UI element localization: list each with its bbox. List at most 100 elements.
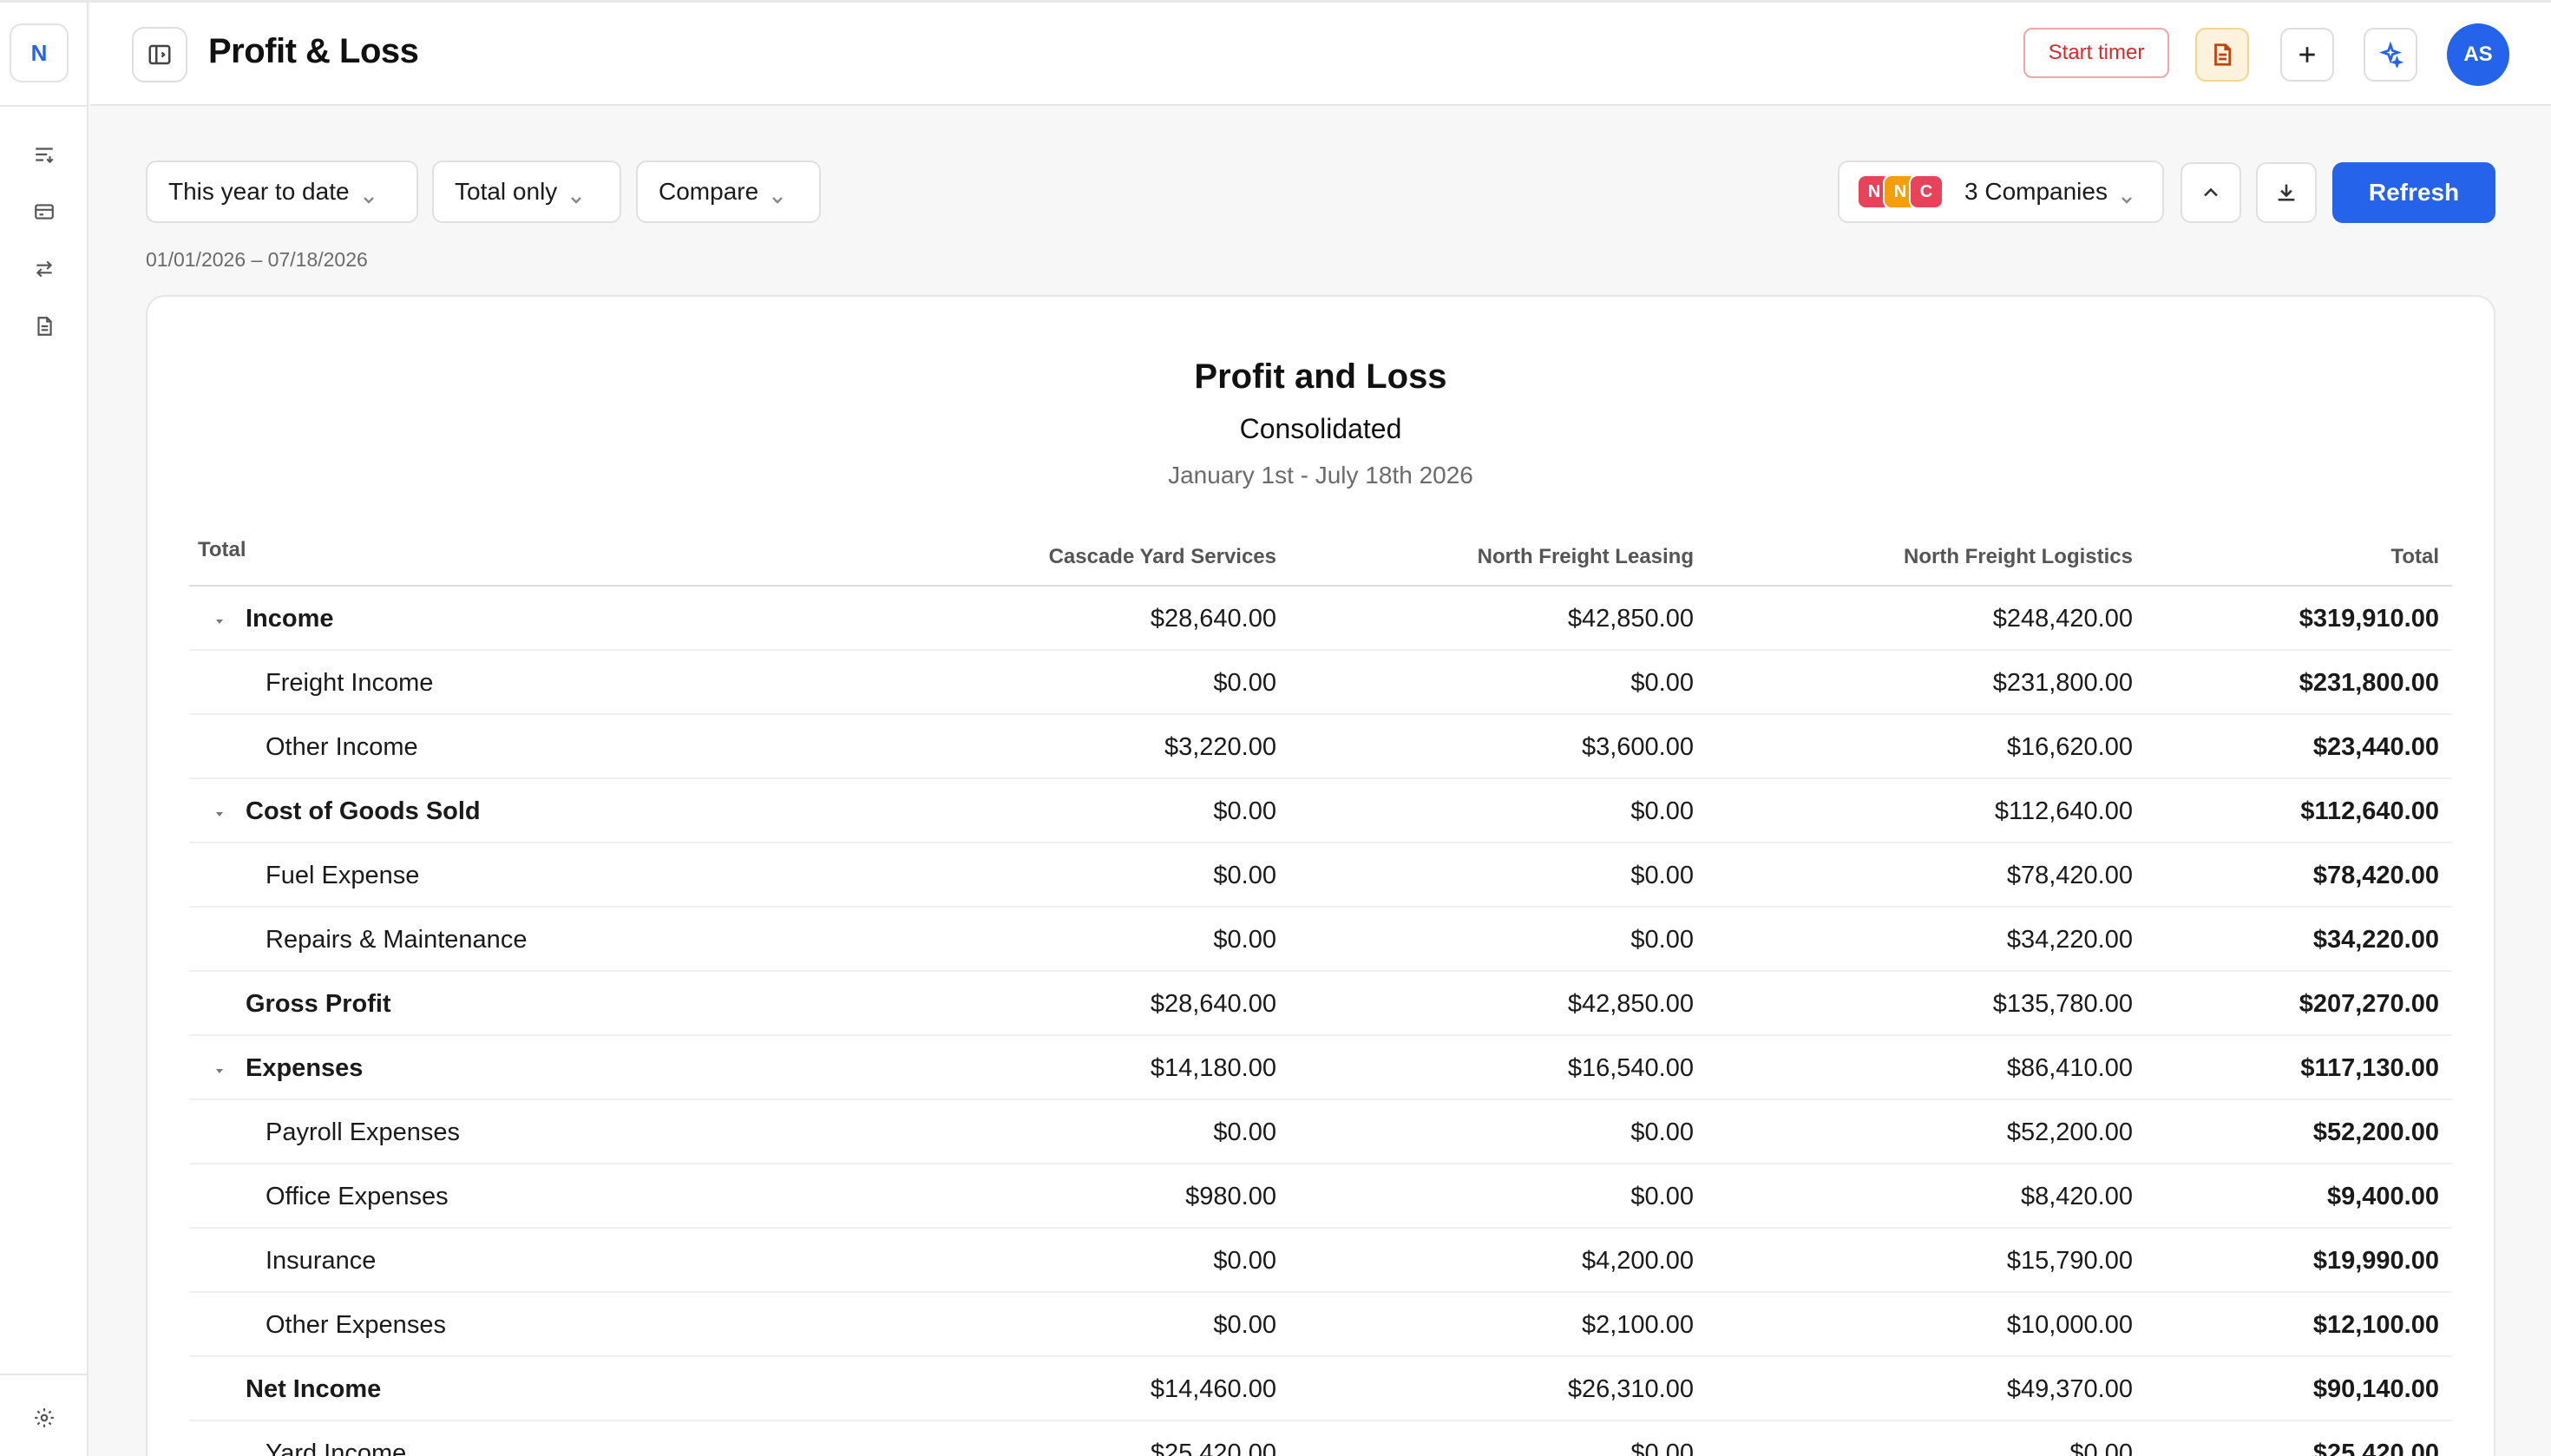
- transfer-arrows-icon[interactable]: [30, 254, 59, 284]
- display-dropdown-label: Total only: [455, 178, 558, 205]
- row-value-cell: $0.00: [1213, 926, 1276, 954]
- collapse-button[interactable]: [2180, 162, 2241, 223]
- row-value-cell: $42,850.00: [1567, 990, 1694, 1018]
- table-row: Other Income $3,220.00 $3,600.00 $16,620.00…: [189, 715, 2452, 779]
- row-value-cell: $0.00: [1213, 1118, 1276, 1146]
- ai-assistant-button[interactable]: [2364, 28, 2417, 82]
- sidebar-toggle-button[interactable]: [132, 27, 187, 82]
- caret-down-icon[interactable]: [215, 614, 224, 624]
- table-row: Yard Income $25,420.00 $0.00 $0.00 $25,420.0…: [189, 1421, 2452, 1456]
- compare-dropdown-label: Compare: [659, 178, 759, 205]
- report-subtitle: Consolidated: [1239, 413, 1402, 444]
- row-value-cell: $26,310.00: [1567, 1375, 1694, 1403]
- table-body: Income $28,640.00 $42,850.00 $248,420.00 $31…: [189, 587, 2452, 1456]
- row-label: Expenses: [246, 1054, 364, 1082]
- settings-gear-icon[interactable]: [30, 1403, 59, 1433]
- pnl-table: Total Cascade Yard Services North Freigh…: [189, 522, 2452, 1456]
- table-row: Gross Profit $28,640.00 $42,850.00 $135,780…: [189, 972, 2452, 1036]
- notes-button[interactable]: [2195, 28, 2249, 82]
- row-label: Net Income: [246, 1375, 382, 1403]
- row-value-cell: $0.00: [1630, 926, 1694, 954]
- rail-divider-bottom: [0, 1374, 89, 1375]
- table-row[interactable]: Expenses $14,180.00 $16,540.00 $86,410.00 $1…: [189, 1036, 2452, 1100]
- sidebar-toggle-icon: [148, 44, 171, 65]
- column-header-nf-leasing: North Freight Leasing: [1477, 545, 1694, 568]
- list-filter-icon[interactable]: [30, 140, 59, 169]
- row-total-cell: $25,420.00: [2312, 1440, 2439, 1456]
- table-row: Repairs & Maintenance $0.00 $0.00 $34,220.0…: [189, 908, 2452, 972]
- table-row: Freight Income $0.00 $0.00 $231,800.00 $231,…: [189, 651, 2452, 715]
- caret-down-icon[interactable]: [215, 1064, 224, 1073]
- row-value-cell: $16,620.00: [2006, 733, 2133, 761]
- download-icon: [2278, 184, 2295, 201]
- row-value-cell: $14,460.00: [1150, 1375, 1276, 1403]
- left-rail: N: [0, 3, 89, 1456]
- row-value-cell: $0.00: [1630, 862, 1694, 889]
- period-dropdown-label: This year to date: [168, 178, 350, 205]
- download-button[interactable]: [2256, 162, 2317, 223]
- companies-dropdown-label: 3 Companies: [1964, 178, 2108, 205]
- row-total-cell: $231,800.00: [2299, 669, 2439, 697]
- refresh-button[interactable]: Refresh: [2332, 162, 2495, 223]
- row-value-cell: $49,370.00: [2006, 1375, 2133, 1403]
- row-value-cell: $0.00: [1630, 669, 1694, 697]
- chevron-down-icon: [2120, 185, 2134, 204]
- compare-dropdown[interactable]: Compare: [636, 161, 821, 223]
- add-button[interactable]: [2280, 28, 2334, 82]
- row-total-cell: $23,440.00: [2312, 733, 2439, 761]
- table-row: Insurance $0.00 $4,200.00 $15,790.00 $19,990…: [189, 1229, 2452, 1293]
- row-value-cell: $0.00: [1213, 669, 1276, 697]
- caret-down-icon[interactable]: [215, 807, 224, 817]
- app-logo-button[interactable]: N: [10, 23, 69, 82]
- row-total-cell: $207,270.00: [2299, 990, 2439, 1018]
- row-value-cell: $112,640.00: [1994, 797, 2133, 825]
- document-icon[interactable]: [30, 312, 59, 341]
- row-value-cell: $248,420.00: [1992, 605, 2133, 633]
- column-header-total: Total: [2390, 545, 2439, 568]
- row-value-cell: $28,640.00: [1150, 605, 1276, 633]
- table-row[interactable]: Cost of Goods Sold $0.00 $0.00 $112,640.00 $…: [189, 779, 2452, 843]
- report-period: January 1st - July 18th 2026: [1168, 462, 1473, 489]
- chevron-up-icon: [2204, 187, 2218, 197]
- row-label: Income: [246, 605, 334, 633]
- row-value-cell: $34,220.00: [2006, 926, 2133, 954]
- row-value-cell: $28,640.00: [1150, 990, 1276, 1018]
- table-row[interactable]: Income $28,640.00 $42,850.00 $248,420.00 $31…: [189, 587, 2452, 651]
- row-label: Freight Income: [266, 669, 434, 697]
- date-range-text: 01/01/2026 – 07/18/2026: [146, 248, 368, 271]
- row-label: Other Expenses: [266, 1311, 446, 1339]
- plus-icon: [2299, 47, 2315, 62]
- row-value-cell: $0.00: [1630, 1118, 1694, 1146]
- row-value-cell: $86,410.00: [2006, 1054, 2133, 1082]
- row-value-cell: $0.00: [1630, 1183, 1694, 1210]
- company-badge: C: [1909, 174, 1944, 209]
- companies-dropdown[interactable]: N N C 3 Companies: [1838, 161, 2164, 223]
- user-avatar[interactable]: AS: [2447, 23, 2509, 86]
- column-header-name: Total: [198, 538, 246, 561]
- row-value-cell: $52,200.00: [2006, 1118, 2133, 1146]
- row-total-cell: $78,420.00: [2312, 862, 2439, 889]
- card-icon[interactable]: [30, 197, 59, 226]
- row-label: Fuel Expense: [266, 862, 420, 889]
- row-value-cell: $0.00: [1213, 862, 1276, 889]
- app-logo-letter: N: [30, 39, 48, 66]
- table-header: Total Cascade Yard Services North Freigh…: [189, 522, 2452, 587]
- row-total-cell: $117,130.00: [2300, 1054, 2439, 1082]
- row-total-cell: $112,640.00: [2300, 797, 2439, 825]
- display-dropdown[interactable]: Total only: [432, 161, 621, 223]
- row-total-cell: $12,100.00: [2312, 1311, 2439, 1339]
- row-total-cell: $34,220.00: [2312, 926, 2439, 954]
- rail-divider: [0, 105, 89, 107]
- chevron-down-icon: [362, 185, 376, 204]
- row-value-cell: $4,200.00: [1581, 1247, 1694, 1275]
- table-row: Fuel Expense $0.00 $0.00 $78,420.00 $78,420.…: [189, 843, 2452, 908]
- row-value-cell: $0.00: [1630, 1440, 1694, 1456]
- chevron-down-icon: [569, 185, 583, 204]
- row-total-cell: $90,140.00: [2312, 1375, 2439, 1403]
- report-card: Profit and Loss Consolidated January 1st…: [146, 295, 2495, 1456]
- column-header-cascade: Cascade Yard Services: [1048, 545, 1276, 568]
- start-timer-button[interactable]: Start timer: [2023, 28, 2169, 78]
- period-dropdown[interactable]: This year to date: [146, 161, 418, 223]
- table-row: Other Expenses $0.00 $2,100.00 $10,000.00 $1…: [189, 1293, 2452, 1357]
- row-label: Repairs & Maintenance: [266, 926, 528, 954]
